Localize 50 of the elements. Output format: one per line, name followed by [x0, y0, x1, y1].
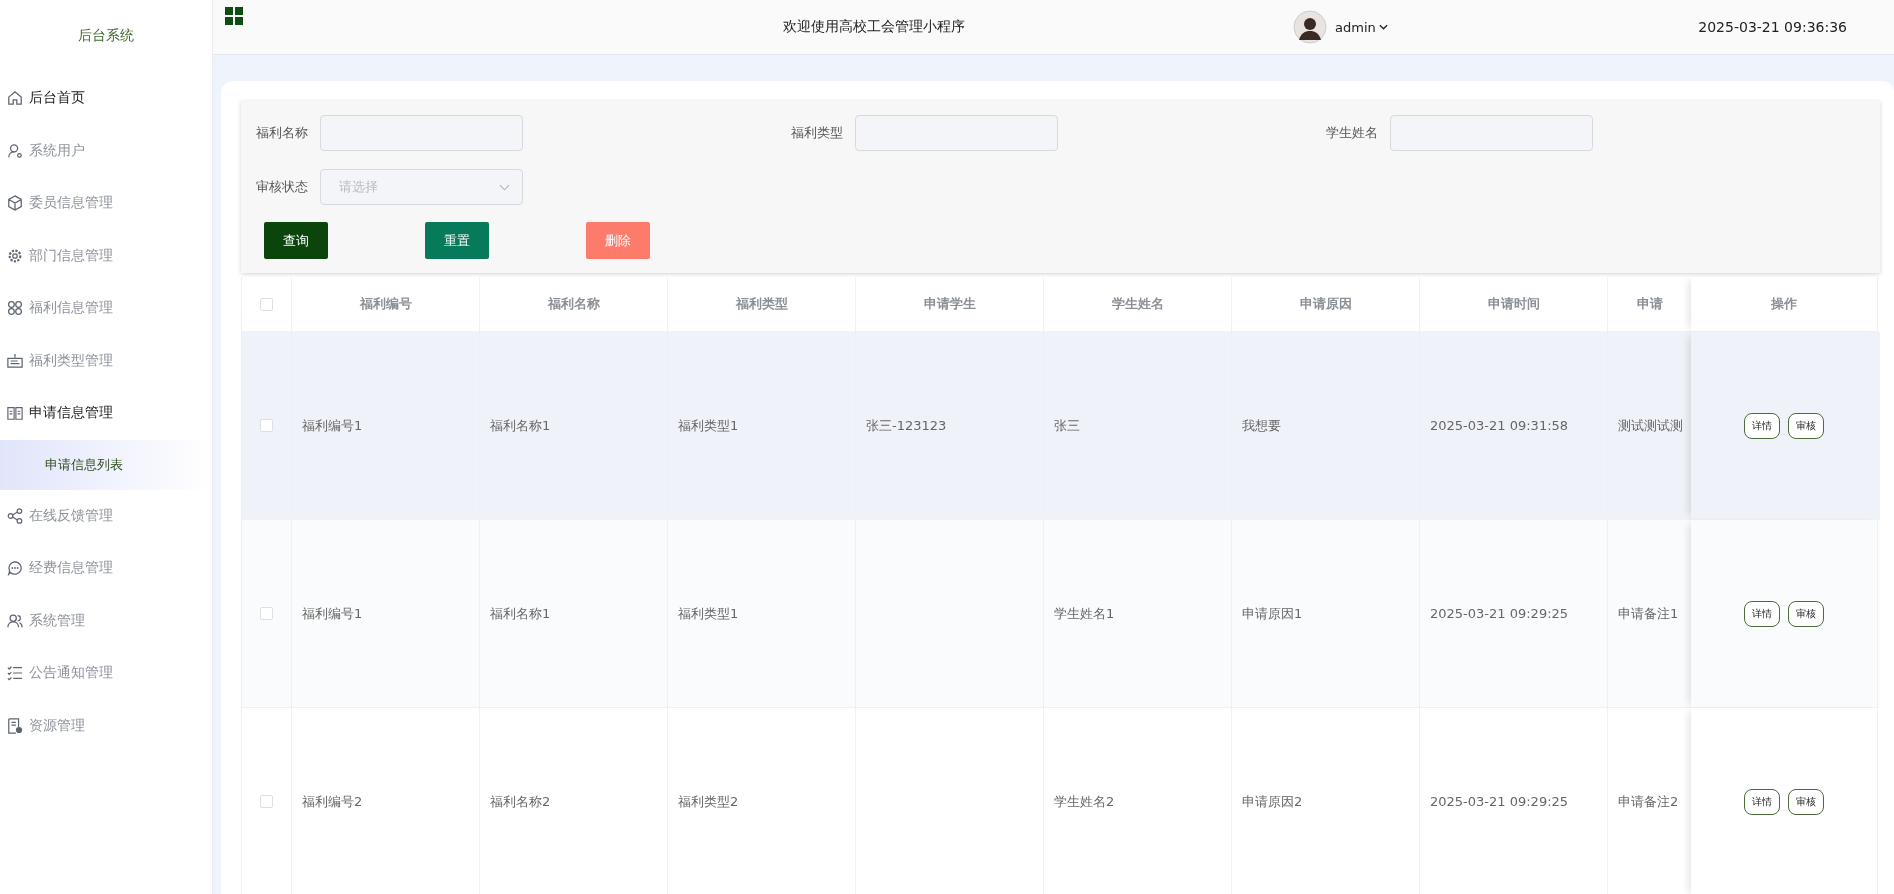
chat-icon	[7, 560, 23, 577]
table-row[interactable]: 福利编号1 福利名称1 福利类型1 张三-123123 张三 我想要 2025-03-21 09:31:58 测试测试测 详情 审核	[242, 332, 1880, 520]
table-cell: 福利名称2	[480, 708, 668, 894]
column-header: 操作	[1691, 277, 1878, 332]
input-field[interactable]	[320, 115, 523, 151]
settings-icon	[7, 247, 23, 264]
cube-icon	[7, 195, 23, 212]
username[interactable]: admin	[1335, 19, 1376, 35]
table-cell: 2025-03-21 09:29:25	[1420, 708, 1608, 894]
menu-item[interactable]: 申请信息管理	[0, 387, 212, 440]
app-title: 后台系统	[77, 26, 135, 45]
users-icon	[7, 612, 23, 629]
home-icon	[7, 90, 23, 107]
field-label: 福利类型	[791, 124, 843, 142]
table-row[interactable]: 福利编号1 福利名称1 福利类型1 学生姓名1 申请原因1 2025-03-21 09:29:25 申请备注1 详情 审核	[242, 520, 1880, 708]
details-button[interactable]: 详情	[1744, 412, 1780, 439]
review-button[interactable]: 审核	[1788, 600, 1824, 627]
checkbox[interactable]	[260, 795, 273, 808]
chevron-down-icon	[499, 183, 510, 191]
review-button[interactable]: 审核	[1788, 412, 1824, 439]
user-icon	[7, 142, 23, 159]
checkbox[interactable]	[260, 607, 273, 620]
signboard-icon	[7, 352, 23, 369]
search-button[interactable]: 查询	[264, 222, 328, 259]
book-icon	[7, 405, 23, 422]
datetime: 2025-03-21 09:36:36	[1698, 19, 1847, 35]
input-field[interactable]	[1390, 115, 1593, 151]
grid-icon	[7, 300, 23, 317]
document-icon	[7, 717, 23, 734]
details-button[interactable]: 详情	[1744, 788, 1780, 815]
field-label: 福利名称	[256, 124, 308, 142]
checkbox[interactable]	[260, 297, 273, 311]
field-label: 学生姓名	[1326, 124, 1378, 142]
table-cell: 学生姓名2	[1044, 708, 1232, 894]
grid-icon[interactable]	[225, 7, 243, 25]
avatar[interactable]	[1293, 10, 1327, 44]
list-icon	[7, 665, 23, 682]
table-cell: 福利编号2	[292, 708, 480, 894]
share-icon	[7, 507, 23, 524]
table-cell: 申请原因2	[1232, 708, 1420, 894]
reset-button[interactable]: 重置	[425, 222, 489, 259]
table-cell: 福利类型2	[668, 708, 856, 894]
menu-item[interactable]: 后台首页	[0, 72, 212, 125]
details-button[interactable]: 详情	[1744, 600, 1780, 627]
chevron-down-icon[interactable]	[1378, 24, 1388, 30]
input-field[interactable]	[855, 115, 1058, 151]
field-label: 审核状态	[256, 178, 308, 196]
review-button[interactable]: 审核	[1788, 788, 1824, 815]
checkbox[interactable]	[260, 419, 273, 432]
page-title: 欢迎使用高校工会管理小程序	[783, 18, 966, 36]
